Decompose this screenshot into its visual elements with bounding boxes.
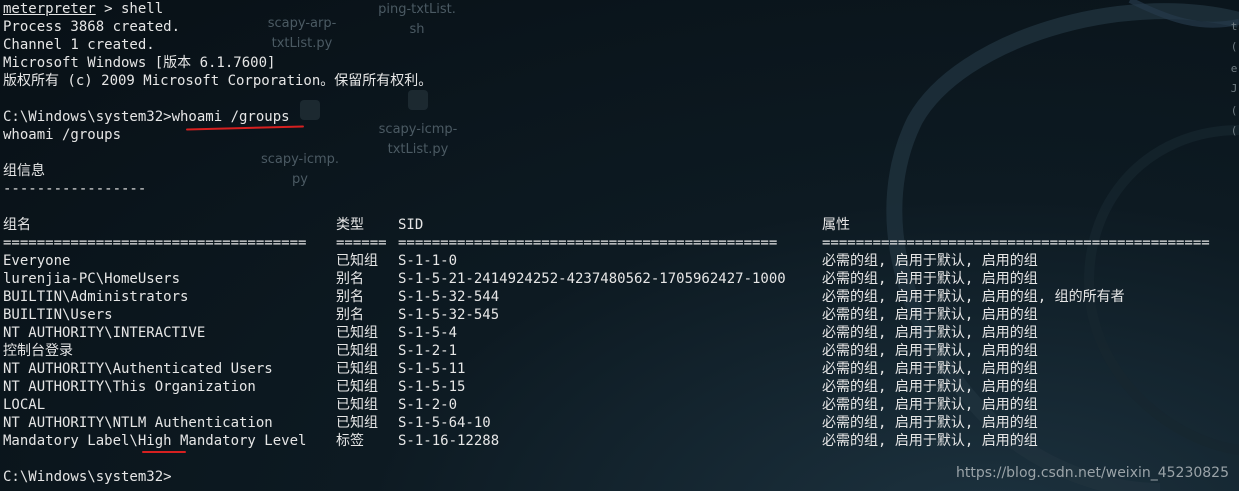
cell-attributes: 必需的组, 启用于默认, 启用的组 [822, 415, 1038, 431]
meterpreter-prompt-line: meterpreter > shell [3, 0, 1233, 18]
table-header: 组名 类型 SID 属性 [3, 216, 1233, 234]
cell-type: 已知组 [336, 325, 378, 341]
cell-group-name: Mandatory Label\High Mandatory Level [3, 433, 307, 449]
cell-type: 已知组 [336, 343, 378, 359]
section-title: 组信息 [3, 163, 45, 179]
cell-sid: S-1-5-11 [398, 361, 466, 377]
cell-sid: S-1-5-64-10 [398, 415, 491, 431]
cell-sid: S-1-1-0 [398, 253, 458, 269]
table-row: BUILTIN\Administrators 别名 S-1-5-32-544 必… [3, 288, 1233, 306]
table-row: lurenjia-PC\HomeUsers 别名 S-1-5-21-241492… [3, 270, 1233, 288]
header-type: 类型 [336, 217, 364, 233]
cell-type: 别名 [336, 271, 364, 287]
cell-attributes: 必需的组, 启用于默认, 启用的组 [822, 361, 1038, 377]
header-group-name: 组名 [3, 217, 31, 233]
cell-group-name: BUILTIN\Users [3, 307, 113, 323]
output-line: Microsoft Windows [版本 6.1.7600] [3, 55, 276, 71]
terminal-window[interactable]: scapy-arp- txtList.py ping-txtList. sh s… [0, 0, 1239, 491]
output-line: Channel 1 created. [3, 37, 155, 53]
cell-type: 别名 [336, 307, 364, 323]
cmd-prompt: C:\Windows\system32> [3, 109, 172, 125]
cell-sid: S-1-5-32-544 [398, 289, 500, 305]
table-row: 控制台登录 已知组 S-1-2-1 必需的组, 启用于默认, 启用的组 [3, 342, 1233, 360]
prompt-command: > shell [95, 1, 164, 17]
cell-type: 已知组 [336, 253, 378, 269]
cell-attributes: 必需的组, 启用于默认, 启用的组 [822, 271, 1038, 287]
cell-group-name: 控制台登录 [3, 343, 73, 359]
cell-group-name: NT AUTHORITY\This Organization [3, 379, 256, 395]
cell-group-name: Everyone [3, 253, 71, 269]
table-row: NT AUTHORITY\This Organization 已知组 S-1-5… [3, 378, 1233, 396]
separator: ========================================… [822, 235, 1210, 251]
cell-type: 已知组 [336, 379, 378, 395]
table-row: LOCAL 已知组 S-1-2-0 必需的组, 启用于默认, 启用的组 [3, 396, 1233, 414]
cell-type: 别名 [336, 289, 364, 305]
cell-attributes: 必需的组, 启用于默认, 启用的组 [822, 253, 1038, 269]
cell-group-name: LOCAL [3, 397, 46, 413]
watermark: https://blog.csdn.net/weixin_45230825 [955, 465, 1229, 481]
cell-group-name: NT AUTHORITY\Authenticated Users [3, 361, 273, 377]
header-attributes: 属性 [822, 217, 850, 233]
cell-type: 已知组 [336, 415, 378, 431]
cmd-prompt-line: C:\Windows\system32>whoami /groups [3, 108, 1233, 126]
meterpreter-label: meterpreter [3, 1, 96, 17]
cell-attributes: 必需的组, 启用于默认, 启用的组 [822, 379, 1038, 395]
cell-sid: S-1-2-1 [398, 343, 458, 359]
table-row: NT AUTHORITY\Authenticated Users 已知组 S-1… [3, 360, 1233, 378]
section-rule: ----------------- [3, 181, 147, 197]
cell-sid: S-1-2-0 [398, 397, 458, 413]
output-line: 版权所有 (c) 2009 Microsoft Corporation。保留所有… [3, 73, 433, 89]
separator: ==================================== [3, 235, 307, 251]
cell-group-name: NT AUTHORITY\INTERACTIVE [3, 325, 206, 341]
cell-attributes: 必需的组, 启用于默认, 启用的组 [822, 325, 1038, 341]
cell-group-name: NT AUTHORITY\NTLM Authentication [3, 415, 273, 431]
cell-type: 已知组 [336, 397, 378, 413]
cell-sid: S-1-5-4 [398, 325, 458, 341]
separator: ========================================… [398, 235, 778, 251]
cell-attributes: 必需的组, 启用于默认, 启用的组 [822, 307, 1038, 323]
cell-sid: S-1-5-21-2414924252-4237480562-170596242… [398, 271, 786, 287]
entered-command: whoami /groups [171, 109, 290, 125]
cell-sid: S-1-5-32-545 [398, 307, 500, 323]
header-sid: SID [398, 217, 424, 233]
table-row: Everyone 已知组 S-1-1-0 必需的组, 启用于默认, 启用的组 [3, 252, 1233, 270]
table-row: Mandatory Label\High Mandatory Level 标签 … [3, 432, 1233, 450]
cell-group-name: lurenjia-PC\HomeUsers [3, 271, 181, 287]
cell-type: 已知组 [336, 361, 378, 377]
cell-sid: S-1-5-15 [398, 379, 466, 395]
table-row: NT AUTHORITY\INTERACTIVE 已知组 S-1-5-4 必需的… [3, 324, 1233, 342]
cell-attributes: 必需的组, 启用于默认, 启用的组, 组的所有者 [822, 289, 1125, 305]
terminal-output[interactable]: meterpreter > shell Process 3868 created… [3, 0, 1233, 486]
annotation-underline-high-level [142, 451, 186, 453]
cell-group-name: BUILTIN\Administrators [3, 289, 189, 305]
cell-attributes: 必需的组, 启用于默认, 启用的组 [822, 343, 1038, 359]
table-row: BUILTIN\Users 别名 S-1-5-32-545 必需的组, 启用于默… [3, 306, 1233, 324]
cell-type: 标签 [336, 433, 364, 449]
table-row: NT AUTHORITY\NTLM Authentication 已知组 S-1… [3, 414, 1233, 432]
cell-attributes: 必需的组, 启用于默认, 启用的组 [822, 433, 1038, 449]
cell-sid: S-1-16-12288 [398, 433, 500, 449]
cell-attributes: 必需的组, 启用于默认, 启用的组 [822, 397, 1038, 413]
output-line: Process 3868 created. [3, 19, 181, 35]
table-separator: ==================================== ===… [3, 234, 1233, 252]
separator: ====== [336, 235, 387, 251]
